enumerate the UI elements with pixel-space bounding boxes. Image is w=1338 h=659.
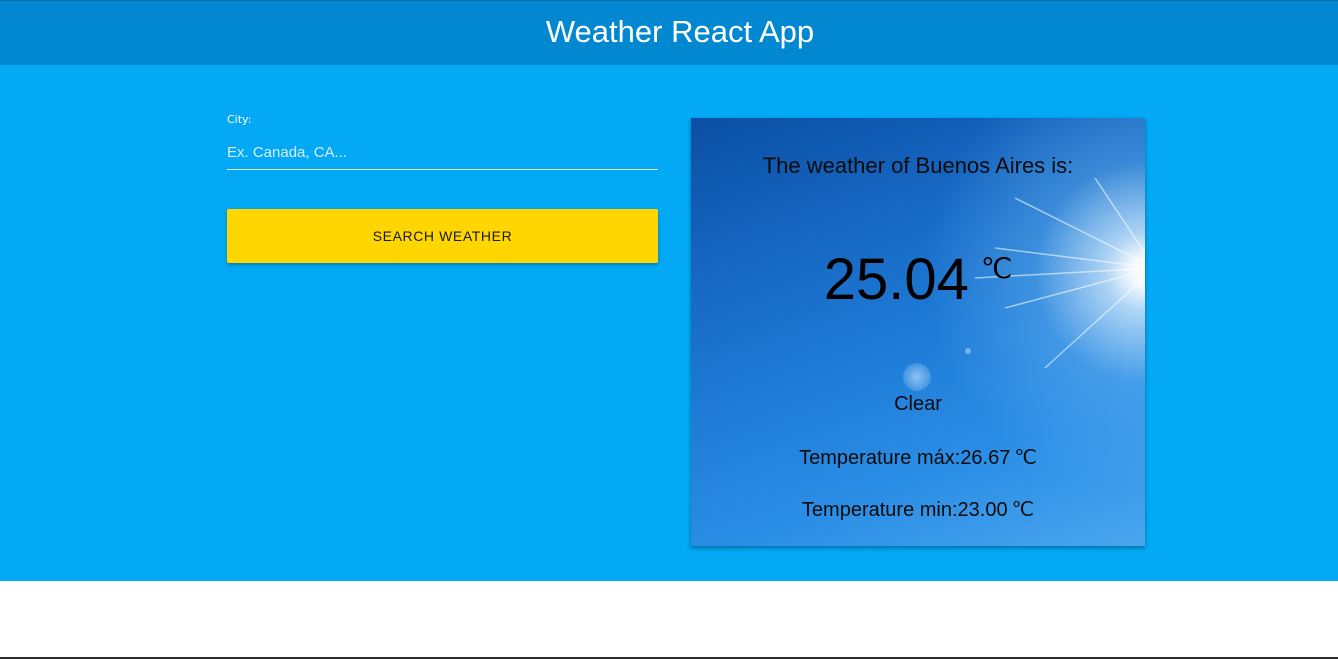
temperature-unit: ℃ (980, 254, 1013, 285)
temperature-min-unit: ℃ (1011, 499, 1035, 521)
weather-result-card: The weather of Buenos Aires is: 25.04 ℃ C… (691, 118, 1145, 546)
temperature-max-text: Temperature máx:26.67 (799, 447, 1011, 469)
weather-condition: Clear (894, 393, 942, 415)
temperature-min: Temperature min:23.00 ℃ (691, 497, 1145, 522)
temperature-value: 25.04 (823, 247, 969, 312)
weather-heading: The weather of Buenos Aires is: (762, 153, 1074, 178)
lens-flare-dot (965, 348, 971, 354)
temperature-min-text: Temperature min:23.00 (801, 499, 1008, 521)
main-section: City: SEARCH WEATHER The weather of Buen… (0, 65, 1338, 581)
search-weather-button[interactable]: SEARCH WEATHER (227, 209, 658, 263)
lens-flare-decoration (903, 363, 931, 391)
city-input[interactable] (227, 135, 658, 170)
city-label: City: (227, 113, 252, 126)
temperature-max-unit: ℃ (1014, 447, 1037, 469)
current-temperature: 25.04 ℃ (691, 246, 1145, 313)
weather-app-page: Weather React App City: SEARCH WEATHER T… (0, 0, 1338, 659)
app-header: Weather React App (0, 0, 1338, 65)
app-title: Weather React App (545, 14, 815, 49)
temperature-max: Temperature máx:26.67 ℃ (691, 445, 1145, 470)
